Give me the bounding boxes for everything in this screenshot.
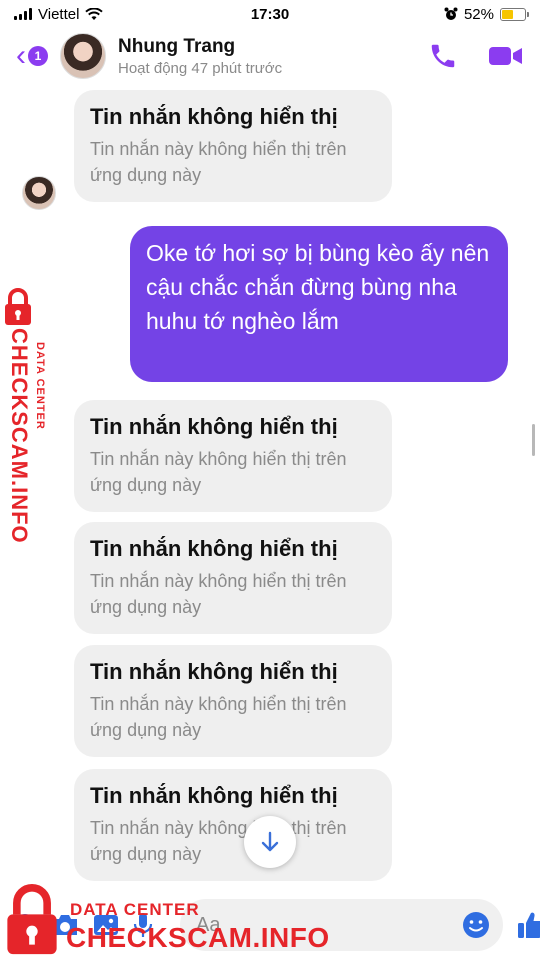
thumbs-up-icon xyxy=(518,912,540,938)
arrow-down-icon xyxy=(261,831,279,852)
watermark-brand: CHECKSCAM.INFO xyxy=(7,328,32,544)
watermark-bottom: DATA CENTER CHECKSCAM.INFO xyxy=(4,884,334,960)
message-body: Tin nhắn này không hiển thị trên ứng dụn… xyxy=(90,139,347,185)
wifi-icon xyxy=(85,7,104,20)
message-body: Tin nhắn này không hiển thị trên ứng dụn… xyxy=(90,449,347,495)
sender-avatar[interactable] xyxy=(22,176,56,210)
back-button[interactable]: ‹ 1 xyxy=(16,41,48,71)
carrier-name: Viettel xyxy=(38,5,80,23)
contact-avatar[interactable] xyxy=(60,33,106,79)
unread-badge: 1 xyxy=(28,46,48,66)
scroll-to-bottom-button[interactable] xyxy=(244,816,296,868)
contact-info[interactable]: Nhung Trang Hoạt động 47 phút trước xyxy=(118,36,428,77)
message-title: Tin nhắn không hiển thị xyxy=(90,659,338,684)
chevron-left-icon: ‹ xyxy=(16,39,26,72)
video-call-icon[interactable] xyxy=(488,42,524,70)
scroll-indicator[interactable] xyxy=(532,424,535,456)
message-body: Tin nhắn này không hiển thị trên ứng dụn… xyxy=(90,818,347,864)
battery-icon xyxy=(500,7,529,21)
phone-icon[interactable] xyxy=(428,41,458,71)
message-title: Tin nhắn không hiển thị xyxy=(90,414,338,439)
message-title: Tin nhắn không hiển thị xyxy=(90,104,338,129)
message-body: Tin nhắn này không hiển thị trên ứng dụn… xyxy=(90,694,347,740)
outgoing-message[interactable]: Oke tớ hơi sợ bị bùng kèo ấy nên cậu chắ… xyxy=(130,226,508,382)
like-button[interactable] xyxy=(515,905,540,945)
lock-icon xyxy=(5,288,31,325)
cellular-signal-icon xyxy=(14,8,32,20)
watermark-label: DATA CENTER xyxy=(34,342,46,430)
incoming-message[interactable]: Tin nhắn không hiển thị Tin nhắn này khô… xyxy=(74,400,392,512)
incoming-message[interactable]: Tin nhắn không hiển thị Tin nhắn này khô… xyxy=(74,90,392,202)
active-status: Hoạt động 47 phút trước xyxy=(118,59,283,77)
incoming-message[interactable]: Tin nhắn không hiển thị Tin nhắn này khô… xyxy=(74,645,392,757)
lock-icon xyxy=(7,884,57,955)
message-title: Tin nhắn không hiển thị xyxy=(90,783,338,808)
clock: 17:30 xyxy=(250,5,290,23)
watermark-label: DATA CENTER xyxy=(70,900,200,919)
incoming-message[interactable]: Tin nhắn không hiển thị Tin nhắn này khô… xyxy=(74,522,392,634)
alarm-icon xyxy=(444,7,458,20)
emoji-icon[interactable] xyxy=(461,910,491,940)
message-body: Tin nhắn này không hiển thị trên ứng dụn… xyxy=(90,571,347,617)
message-title: Tin nhắn không hiển thị xyxy=(90,536,338,561)
watermark-side: CHECKSCAM.INFO DATA CENTER xyxy=(2,288,56,550)
message-list[interactable]: Tin nhắn không hiển thị Tin nhắn này khô… xyxy=(0,84,540,890)
watermark-brand: CHECKSCAM.INFO xyxy=(66,922,330,953)
conversation-header: ‹ 1 Nhung Trang Hoạt động 47 phút trước xyxy=(0,28,540,84)
status-bar: Viettel 17:30 52% xyxy=(0,0,540,28)
incoming-message[interactable]: Tin nhắn không hiển thị Tin nhắn này khô… xyxy=(74,769,392,881)
battery-percent: 52% xyxy=(463,5,494,23)
contact-name: Nhung Trang xyxy=(118,35,236,57)
